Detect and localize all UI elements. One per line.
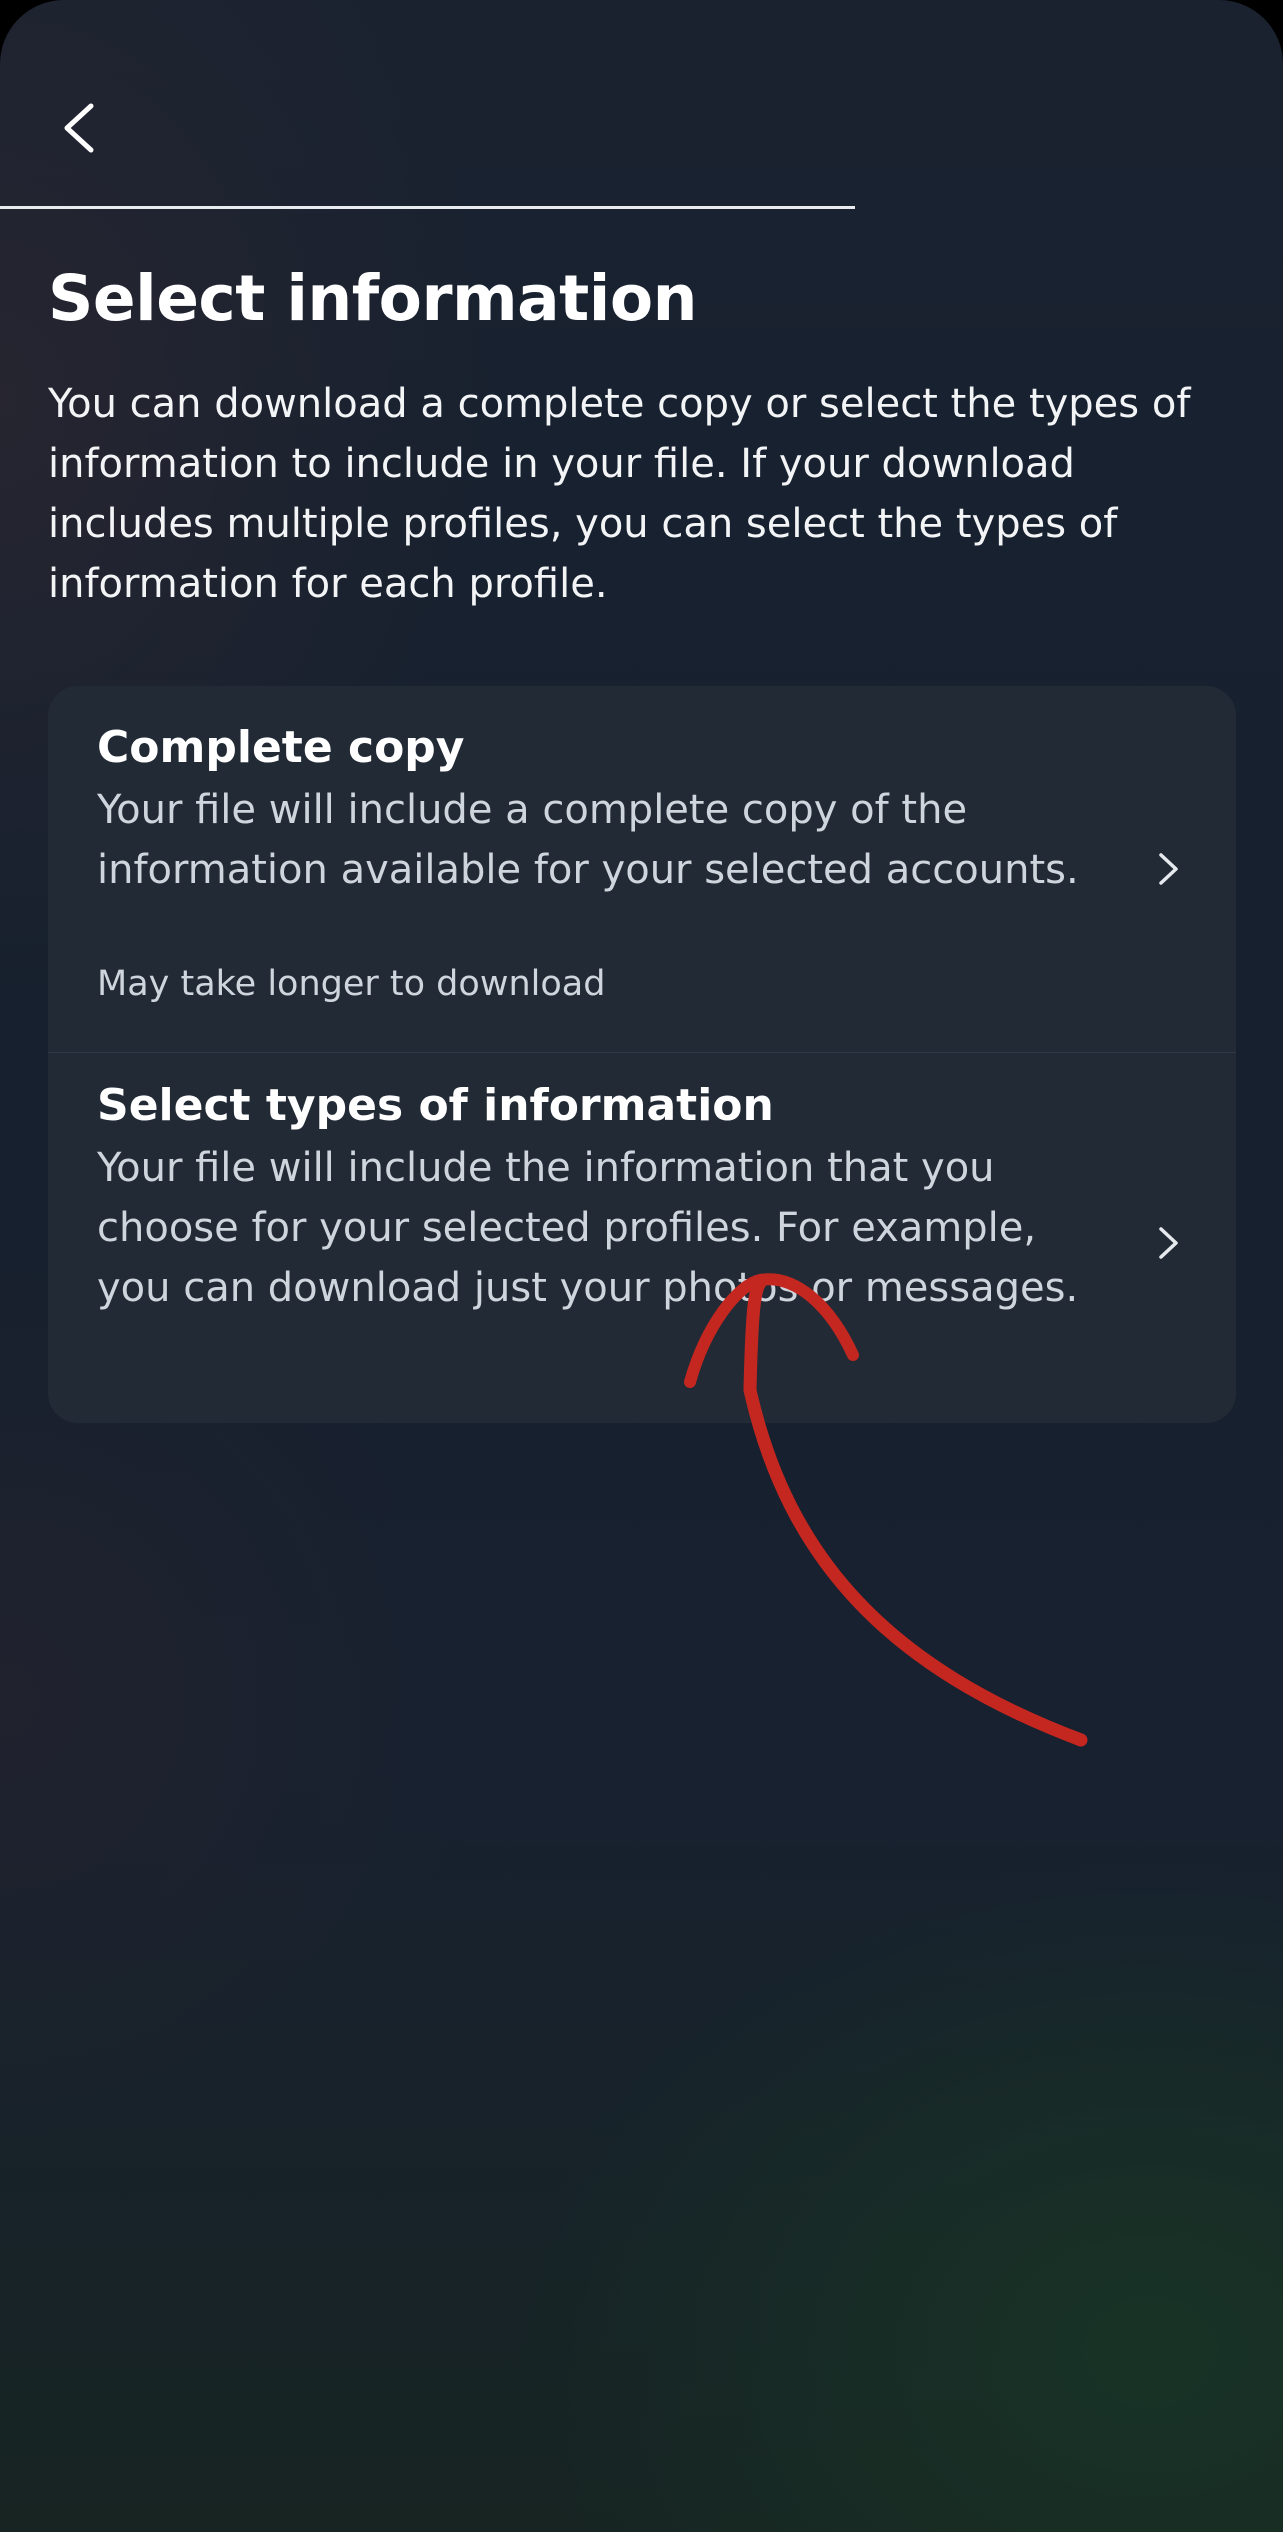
option-note: May take longer to download (97, 964, 606, 1004)
option-description: Your file will include a complete copy o… (97, 787, 1079, 893)
progress-bar (0, 206, 855, 209)
chevron-right-icon (1159, 1227, 1178, 1259)
options-card: Complete copy Your file will include a c… (48, 686, 1236, 1423)
option-title: Complete copy (97, 722, 465, 773)
page-title: Select information (48, 262, 698, 335)
screen: Select information You can download a co… (0, 0, 1283, 2532)
option-title: Select types of information (97, 1080, 774, 1131)
annotation-arrow-shaft (743, 1383, 1088, 1747)
complete-copy-option[interactable]: Complete copy Your file will include a c… (48, 686, 1236, 1052)
back-button[interactable] (44, 88, 114, 168)
select-types-option[interactable]: Select types of information Your file wi… (48, 1053, 1236, 1423)
chevron-left-icon (64, 103, 94, 153)
chevron-right-icon (1159, 853, 1178, 885)
page-description: You can download a complete copy or sele… (48, 381, 1191, 607)
option-description: Your file will include the information t… (97, 1145, 1079, 1311)
